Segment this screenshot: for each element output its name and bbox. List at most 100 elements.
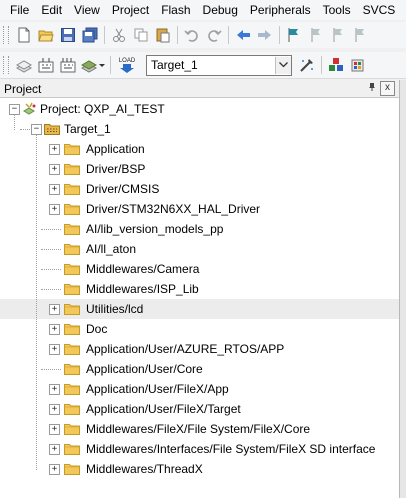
tree-connector [41, 269, 61, 270]
paste-icon[interactable] [152, 24, 174, 46]
save-all-icon[interactable] [79, 24, 101, 46]
tree-item-label: Middlewares/FileX/File System/FileX/Core [86, 422, 311, 436]
tree-group[interactable]: + Application [0, 139, 399, 159]
nav-forward-icon[interactable] [254, 24, 276, 46]
menu-view[interactable]: View [68, 0, 106, 20]
menu-svcs[interactable]: SVCS [357, 0, 402, 20]
tree-group[interactable]: AI/lib_version_models_pp [0, 219, 399, 239]
toolbar-separator [321, 56, 322, 74]
new-file-icon[interactable] [13, 24, 35, 46]
tree-group[interactable]: + Middlewares/Interfaces/File System/File… [0, 439, 399, 459]
tree-group[interactable]: + Application/User/FileX/Target [0, 399, 399, 419]
toolbar-grip[interactable] [3, 56, 9, 74]
tree-connector [36, 135, 37, 470]
expand-icon[interactable]: + [49, 204, 60, 215]
folder-icon [64, 442, 80, 455]
load-text: LOAD [119, 58, 136, 64]
menu-tools[interactable]: Tools [317, 0, 357, 20]
tree-target[interactable]: − Target_1 [0, 119, 399, 139]
tree-group[interactable]: + Application/User/AZURE_RTOS/APP [0, 339, 399, 359]
expand-icon[interactable]: + [49, 384, 60, 395]
expand-icon[interactable]: + [49, 344, 60, 355]
tree-item-label: Target_1 [64, 122, 111, 136]
tree-item-label: Application/User/FileX/Target [86, 402, 241, 416]
chevron-down-icon[interactable] [275, 56, 291, 74]
undo-icon[interactable] [181, 24, 203, 46]
expand-icon[interactable]: + [49, 304, 60, 315]
project-icon [22, 102, 38, 115]
tree-group[interactable]: Application/User/Core [0, 359, 399, 379]
menu-flash[interactable]: Flash [155, 0, 196, 20]
expand-icon[interactable]: + [49, 184, 60, 195]
tree-project-root[interactable]: − Project: QXP_AI_TEST [0, 99, 399, 119]
toolbar-separator [228, 26, 229, 44]
folder-icon [64, 422, 80, 435]
nav-back-icon[interactable] [232, 24, 254, 46]
next-bookmark-icon[interactable] [327, 24, 349, 46]
expand-icon[interactable]: + [49, 444, 60, 455]
tree-group[interactable]: + Driver/STM32N6XX_HAL_Driver [0, 199, 399, 219]
project-panel-header: Project x [0, 80, 399, 98]
menu-bar: File Edit View Project Flash Debug Peripherals… [0, 0, 406, 20]
download-icon[interactable]: LOAD [114, 54, 140, 76]
folder-icon [64, 302, 80, 315]
menu-file[interactable]: File [0, 0, 35, 20]
open-folder-icon[interactable] [35, 24, 57, 46]
target-select[interactable]: Target_1 [146, 54, 292, 76]
toolbar-grip[interactable] [3, 26, 9, 44]
manage-components-icon[interactable] [325, 54, 347, 76]
redo-icon[interactable] [203, 24, 225, 46]
folder-icon [64, 262, 80, 275]
tree-group[interactable]: AI/ll_aton [0, 239, 399, 259]
tree-group[interactable]: Middlewares/ISP_Lib [0, 279, 399, 299]
toolbar-separator [177, 26, 178, 44]
pack-installer-icon[interactable] [347, 54, 369, 76]
expand-icon[interactable]: + [49, 144, 60, 155]
pin-icon[interactable] [367, 82, 377, 95]
tree-group[interactable]: + Middlewares/ThreadX [0, 459, 399, 479]
expand-icon[interactable]: + [49, 464, 60, 475]
folder-icon [64, 282, 80, 295]
target-icon [44, 122, 60, 135]
menu-edit[interactable]: Edit [35, 0, 68, 20]
expand-icon[interactable]: + [49, 424, 60, 435]
menu-project[interactable]: Project [106, 0, 155, 20]
folder-icon [64, 322, 80, 335]
folder-icon [64, 242, 80, 255]
tree-connector [14, 115, 15, 130]
folder-icon [64, 182, 80, 195]
menu-debug[interactable]: Debug [197, 0, 244, 20]
save-icon[interactable] [57, 24, 79, 46]
expand-icon[interactable]: + [49, 404, 60, 415]
tree-connector [41, 289, 61, 290]
tree-item-label: AI/ll_aton [86, 242, 137, 256]
tree-group[interactable]: + Doc [0, 319, 399, 339]
copy-icon[interactable] [130, 24, 152, 46]
bookmark-icon[interactable] [283, 24, 305, 46]
clear-bookmarks-icon[interactable] [349, 24, 371, 46]
tree-item-label: Middlewares/Camera [86, 262, 200, 276]
expand-icon[interactable]: + [49, 324, 60, 335]
build-icon[interactable] [35, 54, 57, 76]
translate-icon[interactable] [13, 54, 35, 76]
cut-icon[interactable] [108, 24, 130, 46]
collapse-icon[interactable]: − [9, 104, 20, 115]
batch-build-icon[interactable] [79, 54, 107, 76]
tree-group[interactable]: + Driver/CMSIS [0, 179, 399, 199]
folder-icon [64, 362, 80, 375]
target-options-icon[interactable] [296, 54, 318, 76]
tree-group[interactable]: + Middlewares/FileX/File System/FileX/Cor… [0, 419, 399, 439]
tree-group[interactable]: Middlewares/Camera [0, 259, 399, 279]
collapse-icon[interactable]: − [31, 124, 42, 135]
menu-peripherals[interactable]: Peripherals [244, 0, 317, 20]
tree-group[interactable]: + Application/User/FileX/App [0, 379, 399, 399]
rebuild-icon[interactable] [57, 54, 79, 76]
tree-group[interactable]: + Utilities/lcd [0, 299, 399, 319]
tree-item-label: Middlewares/ISP_Lib [86, 282, 199, 296]
tree-connector [41, 229, 61, 230]
prev-bookmark-icon[interactable] [305, 24, 327, 46]
expand-icon[interactable]: + [49, 164, 60, 175]
close-panel-button[interactable]: x [380, 81, 395, 96]
tree-group[interactable]: + Driver/BSP [0, 159, 399, 179]
tree-item-label: Middlewares/Interfaces/File System/FileX… [86, 442, 376, 456]
